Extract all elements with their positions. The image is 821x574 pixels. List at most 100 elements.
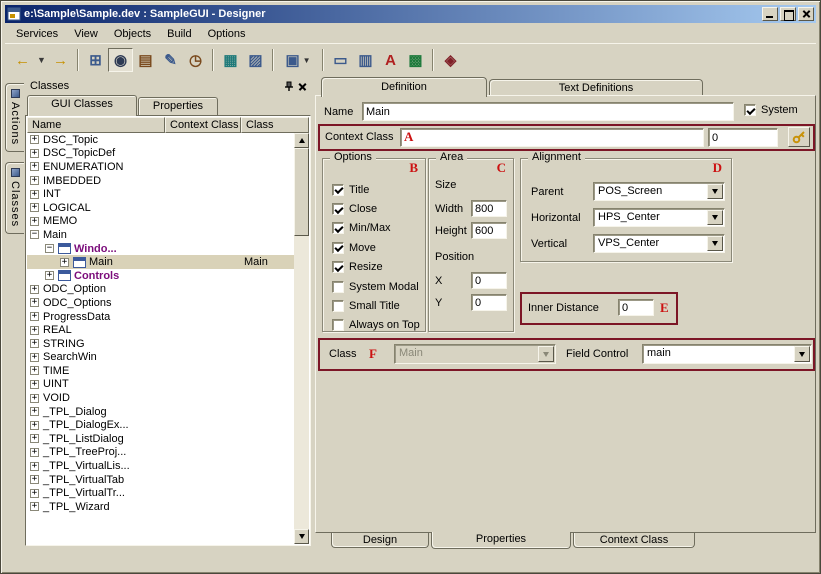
expand-icon[interactable]: +	[30, 339, 39, 348]
grid-button[interactable]: ▦	[218, 48, 243, 72]
collapse-icon[interactable]: −	[30, 230, 39, 239]
tree-row[interactable]: +_TPL_VirtualTr...	[27, 486, 294, 500]
tab-properties[interactable]: Properties	[431, 532, 571, 549]
forward-button[interactable]: →	[48, 48, 73, 72]
checkbox-title[interactable]: Title	[332, 180, 422, 199]
tree-row[interactable]: +MEMO	[27, 215, 294, 229]
tree-scrollbar[interactable]	[294, 133, 309, 544]
tree-row[interactable]: +_TPL_Dialog	[27, 405, 294, 419]
expand-icon[interactable]: +	[30, 380, 39, 389]
catalog-button[interactable]: ▤	[133, 48, 158, 72]
edit-button[interactable]: ✎	[158, 48, 183, 72]
close-button[interactable]	[798, 7, 814, 21]
expand-icon[interactable]: +	[30, 434, 39, 443]
tree-row[interactable]: +_TPL_DialogEx...	[27, 418, 294, 432]
y-input[interactable]	[471, 294, 507, 311]
expand-icon[interactable]: +	[30, 326, 39, 335]
expand-icon[interactable]: +	[30, 298, 39, 307]
tree-row[interactable]: +SearchWin	[27, 351, 294, 365]
image-button[interactable]: ▩	[403, 48, 428, 72]
chevron-down-icon[interactable]	[707, 210, 723, 225]
tab-design[interactable]: Design	[331, 533, 429, 548]
tree-row[interactable]: +REAL	[27, 323, 294, 337]
expand-icon[interactable]: +	[30, 366, 39, 375]
checkbox-close[interactable]: Close	[332, 199, 422, 218]
history-button[interactable]: ◷	[183, 48, 208, 72]
window-select-button[interactable]: ▣▼	[278, 48, 318, 72]
tree-row[interactable]: +UINT	[27, 378, 294, 392]
expand-icon[interactable]: +	[30, 285, 39, 294]
expand-icon[interactable]: +	[30, 312, 39, 321]
title-bar[interactable]: e:\Sample\Sample.dev : SampleGUI - Desig…	[5, 5, 816, 23]
side-tab-actions[interactable]: Actions	[5, 83, 24, 152]
menu-item-services[interactable]: Services	[8, 26, 66, 42]
font-button[interactable]: A	[378, 48, 403, 72]
chevron-down-icon[interactable]	[707, 236, 723, 251]
context-class-picker-button[interactable]	[788, 127, 810, 147]
chevron-down-icon[interactable]	[707, 184, 723, 199]
name-input[interactable]	[362, 102, 734, 121]
tab-gui-classes[interactable]: GUI Classes	[27, 95, 137, 116]
scrollbar-thumb[interactable]	[294, 148, 309, 236]
system-checkbox[interactable]: System	[744, 104, 798, 116]
tree-row[interactable]: +Controls	[27, 269, 294, 283]
expand-icon[interactable]: +	[30, 394, 39, 403]
menu-item-view[interactable]: View	[66, 26, 106, 42]
width-input[interactable]	[471, 200, 507, 217]
checkbox-system-modal[interactable]: System Modal	[332, 277, 422, 296]
build-button[interactable]: ▨	[243, 48, 268, 72]
tree-row[interactable]: +ODC_Option	[27, 283, 294, 297]
tree-row[interactable]: +_TPL_ListDialog	[27, 432, 294, 446]
chevron-down-icon[interactable]	[794, 346, 810, 362]
menu-item-objects[interactable]: Objects	[106, 26, 159, 42]
print-button[interactable]: ▭	[328, 48, 353, 72]
checkbox-resize[interactable]: Resize	[332, 258, 422, 277]
context-class-input[interactable]	[400, 128, 704, 147]
checkbox-small-title[interactable]: Small Title	[332, 296, 422, 315]
tree-row[interactable]: +IMBEDDED	[27, 174, 294, 188]
expand-icon[interactable]: +	[45, 271, 54, 280]
field-control-combo[interactable]: main	[642, 344, 812, 364]
tree-row[interactable]: +INT	[27, 187, 294, 201]
expand-icon[interactable]: +	[30, 135, 39, 144]
back-history-dropdown[interactable]: ▼	[35, 48, 48, 72]
info-button[interactable]: ◈	[438, 48, 463, 72]
tab-context-class[interactable]: Context Class	[573, 533, 695, 548]
tree-row[interactable]: +TIME	[27, 364, 294, 378]
tree-row[interactable]: +ProgressData	[27, 310, 294, 324]
tree-row[interactable]: +ENUMERATION	[27, 160, 294, 174]
expand-icon[interactable]: +	[30, 407, 39, 416]
tree-row[interactable]: −Windo...	[27, 242, 294, 256]
menu-item-build[interactable]: Build	[159, 26, 199, 42]
expand-icon[interactable]: +	[30, 149, 39, 158]
expand-icon[interactable]: +	[30, 475, 39, 484]
maximize-button[interactable]	[780, 7, 796, 21]
checkbox-min-max[interactable]: Min/Max	[332, 219, 422, 238]
expand-icon[interactable]: +	[30, 190, 39, 199]
tab-text-definitions[interactable]: Text Definitions	[489, 79, 703, 96]
collapse-icon[interactable]: −	[45, 244, 54, 253]
tree-row[interactable]: +_TPL_TreeProj...	[27, 446, 294, 460]
column-header-name[interactable]: Name	[27, 117, 165, 133]
back-button[interactable]: ←	[10, 48, 35, 72]
column-header-context-class[interactable]: Context Class	[165, 117, 241, 133]
expand-icon[interactable]: +	[30, 489, 39, 498]
class-combo[interactable]: Main	[394, 344, 556, 364]
tree-row[interactable]: −Main	[27, 228, 294, 242]
tab-definition[interactable]: Definition	[321, 77, 487, 97]
expand-icon[interactable]: +	[30, 217, 39, 226]
copy-button[interactable]: ▥	[353, 48, 378, 72]
tree-row[interactable]: +_TPL_VirtualTab	[27, 473, 294, 487]
expand-icon[interactable]: +	[60, 258, 69, 267]
tree-row[interactable]: +_TPL_Wizard	[27, 500, 294, 514]
side-tab-classes[interactable]: Classes	[5, 162, 24, 234]
tree-row[interactable]: +DSC_Topic	[27, 133, 294, 147]
scroll-up-button[interactable]	[294, 133, 309, 148]
design-view-button[interactable]: ◉	[108, 48, 133, 72]
class-view-button[interactable]: ⊞	[83, 48, 108, 72]
expand-icon[interactable]: +	[30, 176, 39, 185]
parent-combo[interactable]: POS_Screen	[593, 182, 725, 201]
expand-icon[interactable]: +	[30, 421, 39, 430]
checkbox-move[interactable]: Move	[332, 238, 422, 257]
x-input[interactable]	[471, 272, 507, 289]
